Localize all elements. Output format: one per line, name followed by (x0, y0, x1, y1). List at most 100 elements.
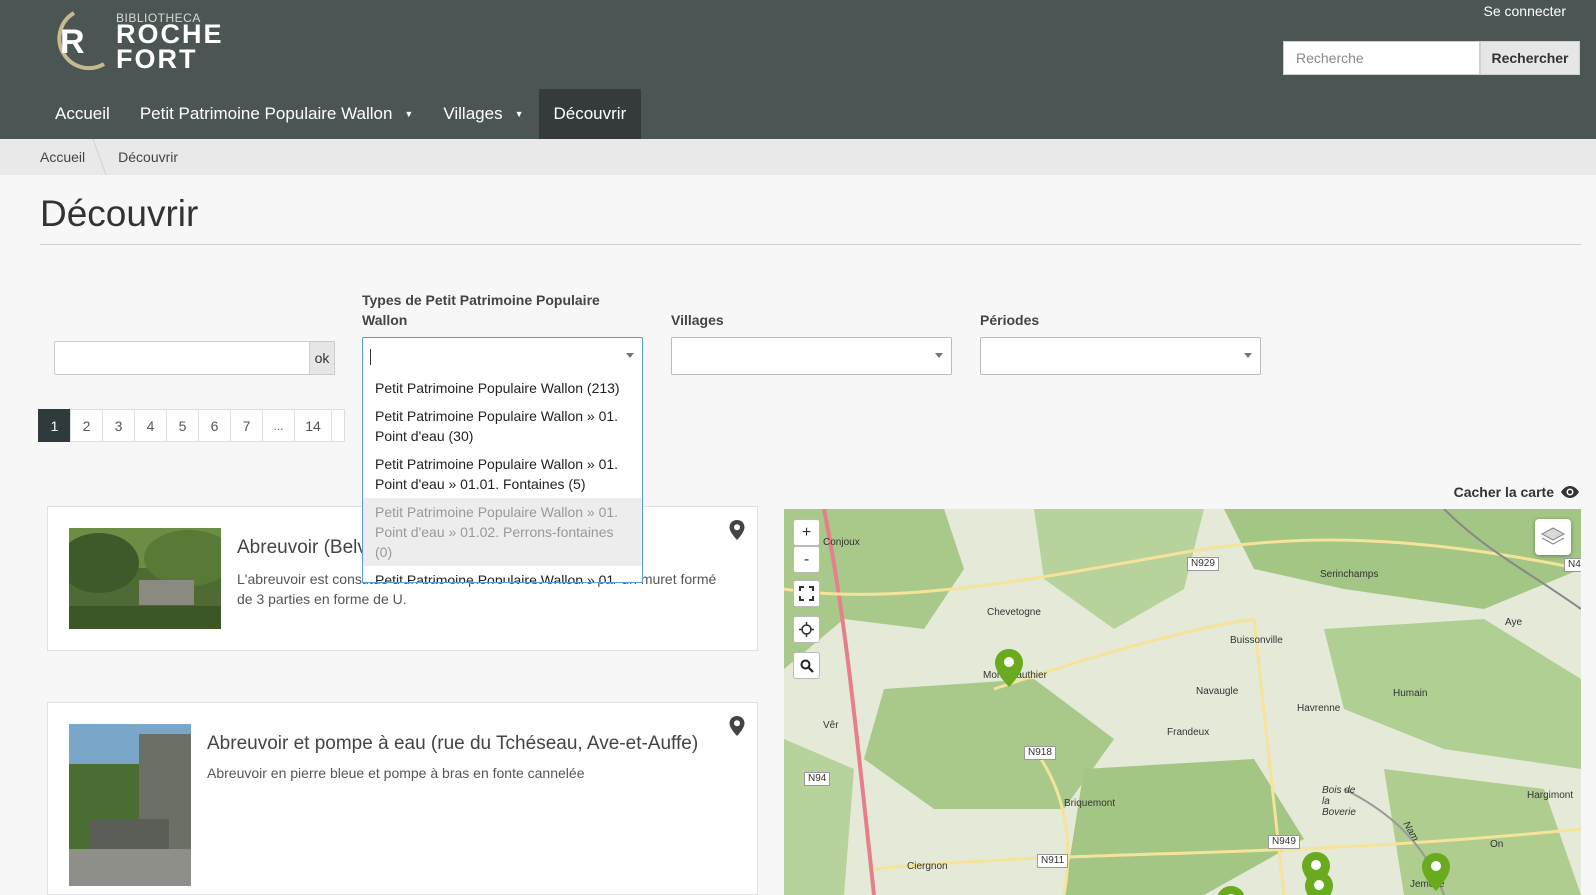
search-button[interactable]: Rechercher (1480, 41, 1580, 75)
breadcrumb-separator (92, 139, 107, 175)
title-divider (40, 244, 1581, 245)
villages-filter-label: Villages (671, 312, 724, 328)
layers-button[interactable] (1535, 519, 1571, 555)
dropdown-option[interactable]: Petit Patrimoine Populaire Wallon » 01. … (363, 402, 642, 450)
nav-item-petit-patrimoine[interactable]: Petit Patrimoine Populaire Wallon ▼ (125, 89, 429, 139)
place-label: Navaugle (1196, 686, 1239, 697)
nav-item-villages[interactable]: Villages ▼ (428, 89, 538, 139)
place-label: Havrenne (1297, 703, 1341, 714)
nav-item-label: Accueil (55, 104, 110, 123)
fullscreen-button[interactable] (793, 580, 820, 607)
dropdown-option-disabled: Petit Patrimoine Populaire Wallon » 01. … (363, 498, 642, 566)
periodes-filter-select[interactable] (980, 337, 1261, 375)
map-search-button[interactable] (793, 652, 820, 679)
hide-map-label: Cacher la carte (1453, 484, 1554, 500)
types-filter-label: Types de Petit Patrimoine Populaire Wall… (362, 292, 600, 328)
road-label: N4 (1564, 558, 1581, 572)
page-link[interactable]: 1 (38, 409, 71, 442)
result-title[interactable]: Abreuvoir et pompe à eau (rue du Tchésea… (207, 733, 727, 755)
text-cursor (370, 349, 371, 365)
place-label: Buissonville (1230, 635, 1283, 646)
place-label: Ciergnon (907, 861, 948, 872)
nav-item-decouvrir[interactable]: Découvrir (538, 89, 642, 139)
svg-text:R: R (60, 23, 85, 61)
keyword-filter-input[interactable] (54, 341, 310, 375)
map-pin-icon[interactable] (728, 715, 746, 737)
road-label: N929 (1187, 557, 1219, 571)
breadcrumb-item-accueil[interactable]: Accueil (40, 149, 85, 165)
result-thumbnail[interactable] (69, 528, 221, 629)
chevron-down-icon (1244, 353, 1252, 358)
result-thumbnail[interactable] (69, 724, 191, 886)
road-label: N94 (804, 772, 831, 786)
pagination: 1 2 3 4 5 6 7 ... 14 (38, 409, 345, 442)
periodes-filter-label: Périodes (980, 312, 1040, 328)
nav-item-accueil[interactable]: Accueil (40, 89, 125, 139)
chevron-down-icon (935, 353, 943, 358)
hide-map-toggle[interactable]: Cacher la carte (1454, 484, 1580, 500)
map-marker-icon[interactable] (1421, 852, 1451, 892)
site-header: R BIBLIOTHECA ROCHE FORT Se connecter Re… (0, 0, 1596, 139)
place-label: Frandeux (1167, 727, 1210, 738)
result-card[interactable]: Abreuvoir et pompe à eau (rue du Tchésea… (47, 702, 758, 895)
breadcrumb: Accueil Découvrir (0, 139, 1596, 175)
villages-filter-select[interactable] (671, 337, 952, 375)
logo-mark-icon: R (57, 11, 106, 71)
place-label: Hargimont (1527, 790, 1574, 801)
road-label: N918 (1024, 746, 1056, 760)
nav-item-label: Villages (443, 104, 503, 123)
road-label: N911 (1037, 854, 1069, 868)
dropdown-option[interactable]: Petit Patrimoine Populaire Wallon (213) (363, 374, 642, 402)
nav-item-label: Découvrir (553, 104, 627, 123)
road-label: N949 (1268, 835, 1300, 849)
map-pin-icon[interactable] (728, 519, 746, 541)
caret-down-icon: ▼ (404, 109, 414, 119)
chevron-down-icon (626, 353, 634, 358)
breadcrumb-item-current: Découvrir (118, 149, 179, 165)
place-label: Aye (1505, 617, 1523, 628)
place-label: Vêr (823, 720, 839, 731)
place-label: Humain (1393, 688, 1428, 699)
locate-button[interactable] (793, 616, 820, 643)
map-tiles (784, 509, 1581, 895)
map-marker-icon[interactable] (994, 648, 1024, 688)
result-title[interactable]: Abreuvoir (Belvaux) (237, 537, 362, 559)
caret-down-icon: ▼ (514, 109, 524, 119)
logo-name: ROCHE FORT (116, 21, 224, 74)
page-link[interactable]: 14 (294, 409, 332, 442)
search-input[interactable] (1283, 41, 1480, 75)
dropdown-option[interactable]: Petit Patrimoine Populaire Wallon » 01. … (363, 450, 642, 498)
map-marker-icon[interactable] (1304, 871, 1334, 895)
types-filter-select[interactable] (362, 337, 643, 375)
page-link[interactable]: 3 (102, 409, 135, 442)
zoom-out-button[interactable]: - (793, 546, 820, 573)
place-label: Chevetogne (987, 607, 1041, 618)
site-logo[interactable]: R BIBLIOTHECA ROCHE FORT (40, 10, 230, 76)
zoom-in-button[interactable]: + (793, 519, 820, 546)
dropdown-option[interactable]: Petit Patrimoine Populaire Wallon » 01. (363, 566, 642, 582)
search-icon (800, 659, 814, 673)
map-view[interactable]: + - Conjoux Chevetogne Mont-Gauthier Vêr… (784, 509, 1581, 895)
logo-line-2: FORT (116, 44, 198, 74)
fullscreen-icon (799, 586, 814, 601)
page-link[interactable]: 6 (198, 409, 231, 442)
page-title: Découvrir (40, 193, 199, 234)
place-label: Bois de la Boverie (1322, 785, 1356, 818)
nav-item-label: Petit Patrimoine Populaire Wallon (139, 104, 393, 123)
keyword-filter-ok-button[interactable]: ok (309, 341, 335, 375)
place-label: Conjoux (823, 537, 860, 548)
place-label: On (1490, 839, 1504, 850)
page-link[interactable]: 7 (230, 409, 263, 442)
types-dropdown-list: Petit Patrimoine Populaire Wallon (213) … (362, 374, 643, 583)
login-link[interactable]: Se connecter (1484, 3, 1567, 19)
page-link[interactable]: 4 (134, 409, 167, 442)
place-label: Briquemont (1064, 798, 1116, 809)
map-marker-icon[interactable] (1216, 885, 1246, 895)
page-link[interactable]: 2 (70, 409, 103, 442)
page-link[interactable]: 5 (166, 409, 199, 442)
crosshair-icon (799, 622, 814, 637)
eye-icon (1561, 486, 1579, 498)
result-description: Abreuvoir en pierre bleue et pompe à bra… (207, 765, 585, 781)
page-next-partial[interactable] (331, 409, 345, 442)
page-ellipsis: ... (262, 409, 295, 442)
